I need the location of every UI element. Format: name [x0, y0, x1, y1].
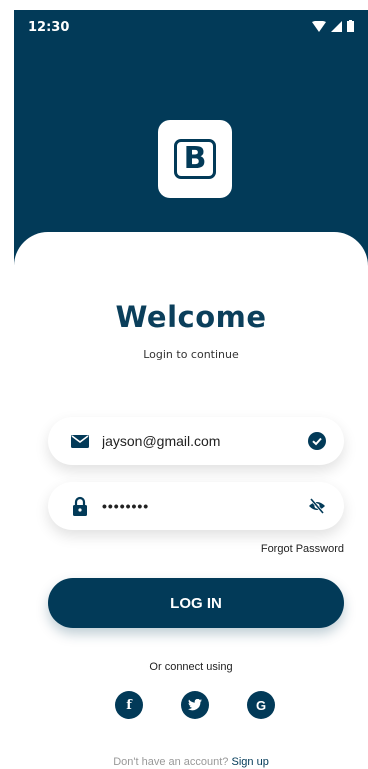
connect-using-label: Or connect using: [149, 661, 233, 673]
facebook-button[interactable]: f: [115, 691, 143, 719]
app-logo: B: [158, 120, 232, 198]
google-icon: G: [255, 697, 267, 713]
mail-icon: [71, 435, 89, 448]
battery-icon: [347, 20, 354, 32]
status-icons: [312, 20, 354, 32]
login-button[interactable]: LOG IN: [48, 578, 344, 628]
signup-prompt: Don't have an account?: [113, 756, 229, 768]
google-button[interactable]: G: [247, 691, 275, 719]
email-field-container[interactable]: [48, 417, 344, 465]
signup-row: Don't have an account? Sign up: [14, 756, 368, 768]
facebook-icon: f: [126, 697, 132, 713]
logo-mark: B: [174, 139, 216, 179]
page-title: Welcome: [115, 300, 267, 334]
status-bar: 12:30: [14, 10, 368, 42]
forgot-password-link[interactable]: Forgot Password: [261, 543, 344, 555]
status-time: 12:30: [28, 20, 70, 35]
signup-link[interactable]: Sign up: [232, 756, 269, 768]
app-frame: 12:30 B Welcome Login to continue jayson…: [14, 10, 368, 769]
password-field-container[interactable]: [48, 482, 344, 530]
email-input[interactable]: [102, 429, 282, 453]
signal-icon: [331, 20, 342, 32]
wifi-icon: [312, 20, 326, 32]
twitter-button[interactable]: [181, 691, 209, 719]
twitter-icon: [188, 699, 202, 711]
password-input[interactable]: [102, 494, 282, 518]
lock-icon: [73, 496, 87, 516]
page-subtitle: Login to continue: [143, 348, 239, 361]
check-circle-icon: [308, 432, 326, 450]
eye-off-icon[interactable]: [308, 497, 326, 515]
